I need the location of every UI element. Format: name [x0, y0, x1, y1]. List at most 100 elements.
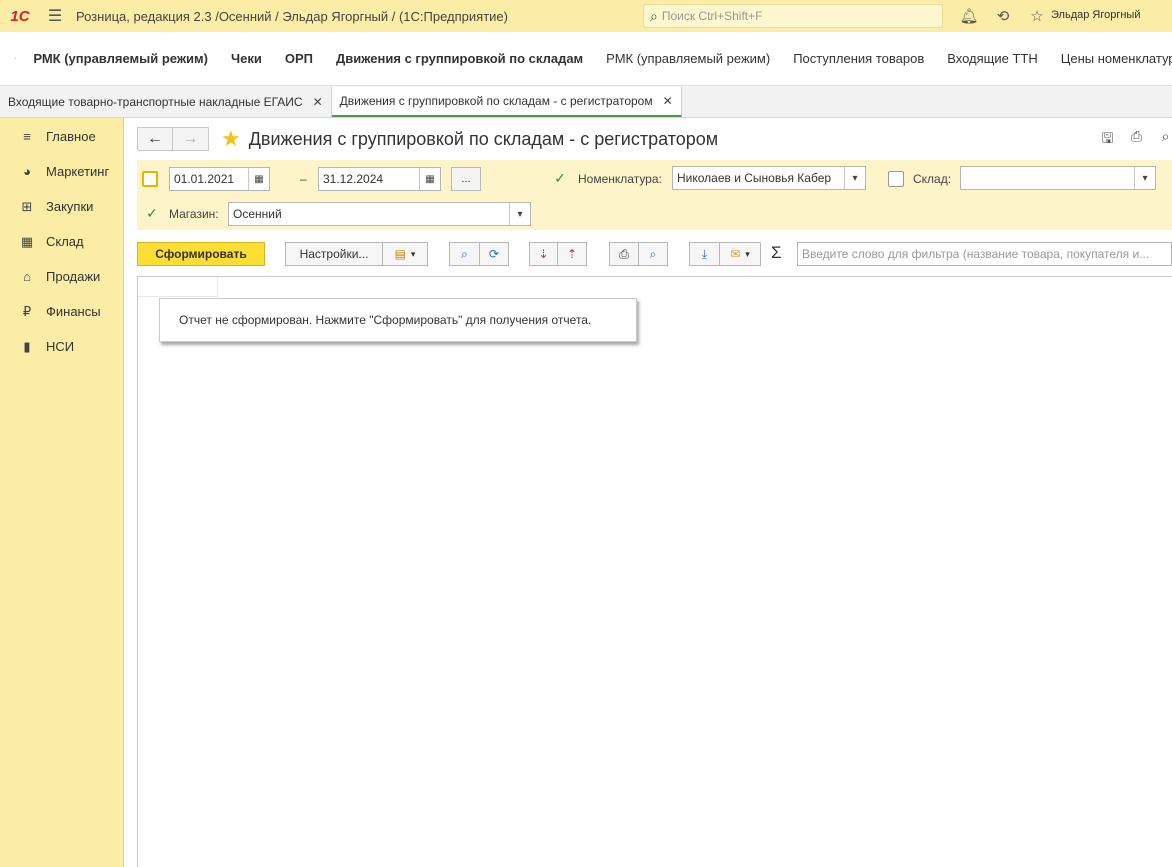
print-icon[interactable]: ⎙ [1122, 128, 1151, 152]
report-not-generated-notice: Отчет не сформирован. Нажмите "Сформиров… [159, 298, 637, 342]
filter-placeholder: Введите слово для фильтра (название това… [802, 247, 1150, 261]
nav-item-prices[interactable]: Цены номенклатуры [1061, 51, 1172, 66]
report-spreadsheet[interactable]: Отчет не сформирован. Нажмите "Сформиров… [137, 276, 1172, 867]
collapse-groups-button[interactable]: ⇡ [557, 242, 587, 266]
chevron-down-icon: ▾ [410, 248, 416, 259]
chevron-down-icon[interactable]: ▾ [1134, 167, 1155, 189]
bell-icon[interactable]: 🔔︎ [952, 7, 986, 25]
sidebar-item-sales[interactable]: ⌂ Продажи [0, 259, 123, 294]
store-value: Осенний [233, 207, 282, 221]
favorite-star-icon[interactable]: ★ [221, 126, 241, 152]
save-icon[interactable]: 🖫 [1093, 128, 1122, 152]
section-nav: · РМК (управляемый режим) Чеки ОРП Движе… [0, 32, 1172, 86]
print-button[interactable]: ⎙ [609, 242, 639, 266]
main-menu-icon[interactable]: ☰ [40, 0, 70, 32]
date-from-field[interactable]: 01.01.2021 ▦ [169, 167, 270, 191]
date-separator: – [300, 172, 307, 186]
form-header-icons: 🖫 ⎙ ⌕ [1093, 128, 1172, 152]
sidebar-item-main[interactable]: ≡ Главное [0, 119, 123, 154]
warehouse-checkbox[interactable] [888, 171, 904, 187]
variants-button[interactable]: ▤ ▾ [382, 242, 428, 266]
chevron-down-icon[interactable]: ▾ [509, 203, 530, 225]
nav-item-orp[interactable]: ОРП [285, 51, 313, 66]
favorites-star-icon[interactable]: ☆ [1020, 7, 1054, 25]
forward-button[interactable]: → [173, 127, 209, 151]
arrow-left-icon: ← [147, 130, 163, 147]
sidebar-item-nsi[interactable]: ▮ НСИ [0, 329, 123, 364]
store-label: Магазин: [169, 207, 219, 221]
sidebar-item-label: Склад [46, 234, 84, 249]
nav-item-rmk-2[interactable]: РМК (управляемый режим) [606, 51, 770, 66]
close-icon[interactable]: ✕ [313, 95, 323, 109]
find-next-button[interactable]: ⟳ [479, 242, 509, 266]
open-tab-label: Входящие товарно-транспортные накладные … [8, 95, 303, 109]
cart-icon: ⊞ [21, 198, 33, 214]
save-to-file-button[interactable]: ⤓ [689, 242, 720, 266]
filter-input[interactable]: Введите слово для фильтра (название това… [797, 242, 1172, 266]
open-tab-movements[interactable]: Движения с группировкой по складам - с р… [331, 87, 682, 117]
preview-button[interactable]: ⌕ [638, 242, 668, 266]
sidebar-item-warehouse[interactable]: ▦ Склад [0, 224, 123, 259]
preview-icon: ⌕ [649, 246, 657, 261]
chevron-down-icon: ▾ [745, 248, 750, 259]
menu-lines-icon: ≡ [23, 129, 31, 144]
close-icon[interactable]: ✕ [663, 94, 673, 108]
store-field[interactable]: Осенний ▾ [228, 202, 531, 226]
search-placeholder: Поиск Ctrl+Shift+F [661, 9, 763, 23]
search-refresh-icon: ⟳ [488, 247, 500, 261]
generate-button[interactable]: Сформировать [137, 242, 265, 266]
send-email-button[interactable]: ✉ ▾ [719, 242, 761, 266]
sidebar-item-label: НСИ [46, 339, 75, 354]
history-icon[interactable]: ⟲ [986, 7, 1020, 25]
titlebar-icons: 🔔︎ ⟲ ☆ [952, 0, 1054, 32]
warehouse-label: Склад: [913, 172, 952, 186]
form-header: ← → ★ Движения с группировкой по складам… [137, 126, 718, 152]
global-search-input[interactable]: ⌕ Поиск Ctrl+Shift+F [643, 4, 943, 28]
book-icon: ▮ [23, 338, 31, 354]
basket-icon: ⌂ [23, 269, 31, 284]
app-logo[interactable]: 1С [0, 0, 40, 32]
period-checkbox[interactable] [142, 171, 158, 187]
settings-button[interactable]: Настройки... [285, 242, 383, 266]
user-name[interactable]: Эльдар Ягоргный [1051, 9, 1141, 21]
date-to-value: 31.12.2024 [323, 172, 384, 186]
sidebar-item-finance[interactable]: ₽ Финансы [0, 294, 123, 329]
nav-item-receipts[interactable]: Поступления товаров [793, 51, 924, 66]
expand-icon: ⇣ [538, 247, 549, 261]
nomenclature-value: Николаев и Сыновья Кабер [677, 171, 832, 185]
sidebar: ≡ Главное ◕ Маркетинг ⊞ Закупки ▦ Склад … [0, 118, 124, 867]
sidebar-item-marketing[interactable]: ◕ Маркетинг [0, 154, 123, 189]
expand-groups-button[interactable]: ⇣ [529, 242, 558, 266]
back-button[interactable]: ← [137, 127, 173, 151]
open-tab-egais[interactable]: Входящие товарно-транспортные накладные … [0, 87, 332, 117]
period-select-button[interactable]: ... [451, 167, 481, 191]
sidebar-item-label: Маркетинг [46, 164, 110, 179]
pie-chart-icon: ◕ [23, 164, 31, 179]
report-header-cell [138, 277, 218, 297]
chevron-down-icon[interactable]: ▾ [844, 167, 865, 189]
sidebar-item-purchases[interactable]: ⊞ Закупки [0, 189, 123, 224]
form-title: Движения с группировкой по складам - с р… [248, 128, 719, 149]
calendar-icon[interactable]: ▦ [419, 168, 440, 190]
warehouse-field[interactable]: ▾ [960, 166, 1156, 190]
nomenclature-field[interactable]: Николаев и Сыновья Кабер ▾ [672, 166, 866, 190]
envelope-icon: ✉ [730, 247, 741, 261]
search-icon: ⌕ [650, 7, 658, 24]
preview-icon[interactable]: ⌕ [1151, 128, 1172, 152]
nav-item-checks[interactable]: Чеки [231, 51, 262, 66]
report-form: ← → ★ Движения с группировкой по складам… [125, 118, 1172, 867]
nav-item-incoming-ttn[interactable]: Входящие ТТН [947, 51, 1038, 66]
open-tab-label: Движения с группировкой по складам - с р… [339, 94, 653, 108]
sum-icon[interactable]: Σ [771, 243, 782, 263]
store-checkbox[interactable]: ✓ [144, 205, 160, 221]
download-icon: ⤓ [701, 246, 708, 261]
calendar-icon[interactable]: ▦ [248, 168, 269, 190]
sidebar-item-label: Продажи [46, 269, 101, 284]
collapse-icon: ⇡ [566, 247, 578, 261]
nomenclature-checkbox[interactable]: ✓ [552, 170, 568, 186]
nav-item-rmk[interactable]: РМК (управляемый режим) [33, 51, 208, 66]
sidebar-item-label: Главное [46, 129, 96, 144]
find-button[interactable]: ⌕ [449, 242, 480, 266]
nav-item-movements[interactable]: Движения с группировкой по складам [336, 51, 583, 66]
date-to-field[interactable]: 31.12.2024 ▦ [318, 167, 441, 191]
